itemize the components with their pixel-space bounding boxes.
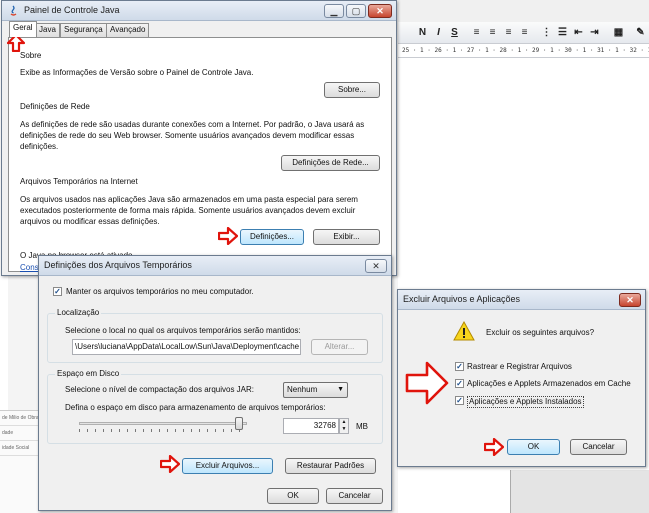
red-arrow-icon <box>405 361 449 405</box>
decrease-indent-icon[interactable]: ⇤ <box>572 26 585 39</box>
word-toolbar: N I S ≡ ≡ ≡ ≡ ⋮ ☰ ⇤ ⇥ ▦ ✎ <box>398 22 649 44</box>
temp-settings-button[interactable]: Definições... <box>240 229 304 245</box>
justify-icon[interactable]: ≡ <box>518 26 531 39</box>
bold-icon[interactable]: N <box>416 26 429 39</box>
network-settings-button[interactable]: Definições de Rede... <box>281 155 380 171</box>
tab-java[interactable]: Java <box>35 23 60 37</box>
network-description-line: definições. <box>20 142 59 151</box>
underline-icon[interactable]: S <box>448 26 461 39</box>
temp-files-heading: Arquivos Temporários na Internet <box>20 177 138 186</box>
ruler: 25 · 1 · 26 · 1 · 27 · 1 · 28 · 1 · 29 ·… <box>398 44 649 58</box>
restore-defaults-button[interactable]: Restaurar Padrões <box>285 458 376 474</box>
red-arrow-icon <box>160 455 180 473</box>
compression-select[interactable]: Nenhum ▼ <box>283 382 348 398</box>
tab-advanced[interactable]: Avançado <box>106 23 150 37</box>
compression-value: Nenhum <box>287 385 318 394</box>
option-checkbox-cache[interactable]: ✓ <box>455 379 464 388</box>
temp-description-line: executados posteriormente de forma mais … <box>20 206 356 215</box>
java-icon <box>10 5 17 16</box>
bullet-list-icon[interactable]: ☰ <box>556 26 569 39</box>
numbered-list-icon[interactable]: ⋮ <box>540 26 553 39</box>
network-heading: Definições de Rede <box>20 102 90 111</box>
align-left-icon[interactable]: ≡ <box>470 26 483 39</box>
window-title: Painel de Controle Java <box>24 5 120 15</box>
tab-general[interactable]: Geral <box>9 21 37 37</box>
ok-button[interactable]: OK <box>267 488 319 504</box>
list-item: dade <box>0 426 40 441</box>
about-description: Exibe as Informações de Versão sobre o P… <box>20 68 254 77</box>
temp-description-line: Os arquivos usados nas aplicações Java s… <box>20 195 358 204</box>
maximize-button[interactable]: ▢ <box>346 4 366 18</box>
location-description: Selecione o local no qual os arquivos te… <box>65 326 301 335</box>
about-heading: Sobre <box>20 51 42 60</box>
chevron-down-icon: ▼ <box>337 386 344 393</box>
view-button[interactable]: Exibir... <box>313 229 380 245</box>
close-button[interactable]: ✕ <box>619 293 641 307</box>
java-panel-titlebar[interactable]: Painel de Controle Java ▁ ▢ ✕ <box>2 1 396 21</box>
list-item: de Milio de Obra <box>0 411 40 426</box>
option-label: Rastrear e Registrar Arquivos <box>467 362 572 371</box>
location-group <box>47 313 383 363</box>
network-description-line: As definições de rede são usadas durante… <box>20 120 365 129</box>
disk-space-slider-track[interactable] <box>79 422 247 425</box>
dialog-title: Definições dos Arquivos Temporários <box>44 260 192 270</box>
document-gutter <box>510 470 649 513</box>
disk-space-label: Defina o espaço em disco para armazename… <box>65 403 326 412</box>
disk-space-unit: MB <box>356 422 368 431</box>
disk-space-slider-thumb[interactable] <box>234 417 243 430</box>
keep-files-label: Manter os arquivos temporários no meu co… <box>66 287 254 296</box>
cache-path-field[interactable]: \Users\luciana\AppData\LocalLow\Sun\Java… <box>72 339 301 355</box>
align-right-icon[interactable]: ≡ <box>502 26 515 39</box>
delete-dialog-titlebar[interactable]: Excluir Arquivos e Aplicações ✕ <box>398 290 645 310</box>
temp-files-dialog: Definições dos Arquivos Temporários ✕ ✓ … <box>38 255 392 511</box>
option-label: Aplicações e Applets Instalados <box>467 396 584 408</box>
align-center-icon[interactable]: ≡ <box>486 26 499 39</box>
italic-icon[interactable]: I <box>432 26 445 39</box>
cancel-button[interactable]: Cancelar <box>326 488 383 504</box>
disk-space-input[interactable]: 32768 <box>283 418 339 434</box>
warning-icon <box>453 321 475 341</box>
red-arrow-icon <box>218 227 238 245</box>
temp-description-line: arquivos ou modificar essas definições. <box>20 217 160 226</box>
list-item: idade Social <box>0 441 40 456</box>
dialog-title: Excluir Arquivos e Aplicações <box>403 294 521 304</box>
slider-ticks <box>79 429 247 432</box>
borders-icon[interactable]: ▦ <box>612 26 625 39</box>
change-location-button[interactable]: Alterar... <box>311 339 368 355</box>
disk-space-heading: Espaço em Disco <box>55 369 122 378</box>
close-button[interactable]: ✕ <box>368 4 392 18</box>
tab-security[interactable]: Segurança <box>60 23 107 37</box>
minimize-button[interactable]: ▁ <box>324 4 344 18</box>
compression-label: Selecione o nível de compactação dos arq… <box>65 385 254 394</box>
close-button[interactable]: ✕ <box>365 259 387 273</box>
increase-indent-icon[interactable]: ⇥ <box>588 26 601 39</box>
option-label: Aplicações e Applets Armazenados em Cach… <box>467 379 631 388</box>
location-heading: Localização <box>55 308 102 317</box>
highlight-icon[interactable]: ✎ <box>634 26 647 39</box>
background-titlebar <box>398 0 649 22</box>
temp-dialog-titlebar[interactable]: Definições dos Arquivos Temporários ✕ <box>39 256 391 276</box>
keep-files-checkbox[interactable]: ✓ <box>53 287 62 296</box>
ok-button[interactable]: OK <box>507 439 560 455</box>
red-arrow-icon <box>484 438 504 456</box>
java-control-panel-window: Painel de Controle Java ▁ ▢ ✕ Geral Java… <box>1 0 397 276</box>
network-description-line: definições de rede do seu Web browser. S… <box>20 131 355 140</box>
delete-question: Excluir os seguintes arquivos? <box>486 328 595 337</box>
background-list: de Milio de Obra dade idade Social <box>0 410 40 513</box>
option-checkbox-trace[interactable]: ✓ <box>455 362 464 371</box>
about-button[interactable]: Sobre... <box>324 82 380 98</box>
disk-space-spinner[interactable]: ▲ ▼ <box>339 418 349 434</box>
cancel-button[interactable]: Cancelar <box>570 439 627 455</box>
delete-files-button[interactable]: Excluir Arquivos... <box>182 458 273 474</box>
option-checkbox-installed[interactable]: ✓ <box>455 396 464 405</box>
